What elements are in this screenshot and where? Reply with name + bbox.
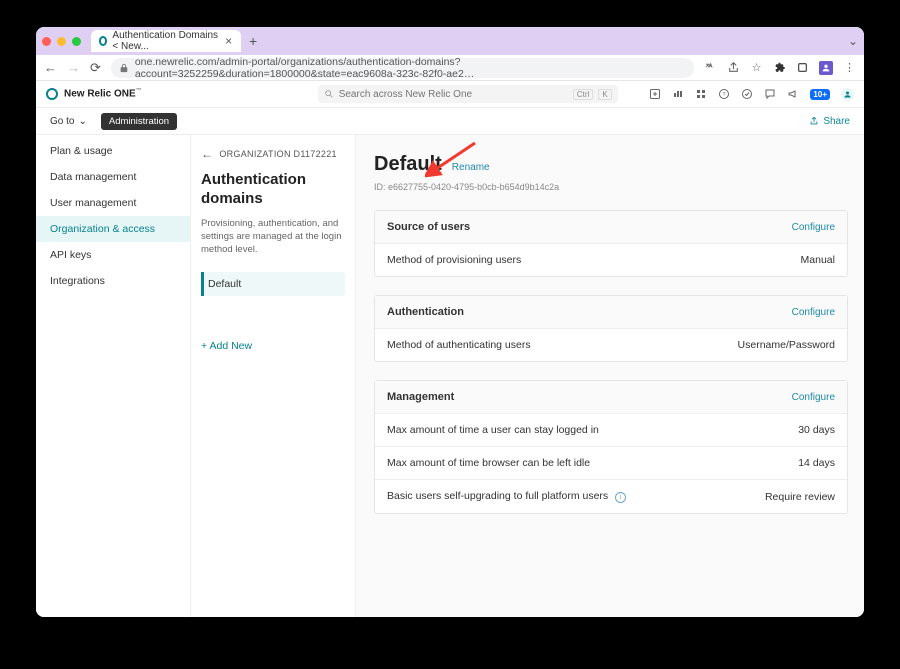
- row-value: 30 days: [798, 424, 835, 436]
- card-title: Authentication: [387, 306, 464, 318]
- back-icon[interactable]: ←: [44, 60, 57, 75]
- nav-plan-usage[interactable]: Plan & usage: [36, 138, 190, 164]
- user-menu-icon[interactable]: [841, 88, 854, 101]
- lock-icon: [119, 62, 129, 74]
- checkmark-icon[interactable]: [741, 88, 753, 100]
- share-icon: [809, 116, 819, 126]
- incognito-icon[interactable]: [796, 61, 809, 74]
- reload-icon[interactable]: ⟳: [90, 60, 101, 76]
- card-row: Method of authenticating users Username/…: [375, 328, 847, 361]
- card-authentication: Authentication Configure Method of authe…: [374, 295, 848, 362]
- go-to-dropdown[interactable]: Go to⌄: [50, 116, 87, 127]
- chevron-down-icon: ⌄: [78, 116, 86, 127]
- url-field[interactable]: one.newrelic.com/admin-portal/organizati…: [111, 58, 694, 78]
- add-new-domain-button[interactable]: + Add New: [201, 340, 345, 352]
- row-value: 14 days: [798, 457, 835, 469]
- row-value: Username/Password: [738, 339, 835, 351]
- browser-tab[interactable]: Authentication Domains < New... ×: [91, 30, 241, 52]
- nav-integrations[interactable]: Integrations: [36, 268, 190, 294]
- configure-auth-link[interactable]: Configure: [792, 307, 835, 318]
- share-url-icon[interactable]: [727, 61, 740, 74]
- back-arrow-icon[interactable]: ←: [201, 147, 213, 161]
- maximize-window-icon[interactable]: [72, 37, 81, 46]
- nav-user-management[interactable]: User management: [36, 190, 190, 216]
- panel-description: Provisioning, authentication, and settin…: [201, 217, 345, 257]
- context-bar: Go to⌄ Administration Share: [36, 108, 864, 135]
- search-input[interactable]: [339, 89, 568, 100]
- apps-grid-icon[interactable]: [695, 88, 707, 100]
- browser-tab-strip: Authentication Domains < New... × + ⌄: [36, 27, 864, 55]
- admin-left-nav: Plan & usage Data management User manage…: [36, 135, 191, 617]
- configure-source-link[interactable]: Configure: [792, 222, 835, 233]
- nav-organization-access[interactable]: Organization & access: [36, 216, 190, 242]
- share-button[interactable]: Share: [809, 116, 850, 127]
- notifications-badge[interactable]: 10+: [810, 89, 830, 100]
- newrelic-favicon-icon: [99, 36, 107, 46]
- domain-list-item[interactable]: Default: [201, 272, 345, 296]
- app-header: New Relic ONE™ Ctrl K ? 10+: [36, 81, 864, 108]
- info-icon[interactable]: i: [615, 492, 626, 503]
- browser-menu-icon[interactable]: ⋮: [843, 61, 856, 74]
- kbd-hint-k: K: [598, 89, 611, 100]
- domain-detail-panel: Default Rename ID: e6627755-0420-4795-b0…: [356, 135, 864, 617]
- panel-title: Authentication domains: [201, 171, 345, 209]
- extensions-puzzle-icon[interactable]: [773, 61, 786, 74]
- browser-address-bar: ← → ⟳ one.newrelic.com/admin-portal/orga…: [36, 55, 864, 81]
- row-label: Method of authenticating users: [387, 339, 531, 351]
- card-row: Method of provisioning users Manual: [375, 243, 847, 276]
- rename-link[interactable]: Rename: [452, 162, 490, 173]
- search-icon: [324, 89, 334, 99]
- card-row: Max amount of time browser can be left i…: [375, 446, 847, 479]
- translate-icon[interactable]: [704, 61, 717, 74]
- query-builder-icon[interactable]: [672, 88, 684, 100]
- row-label: Method of provisioning users: [387, 254, 521, 266]
- forward-icon[interactable]: →: [67, 60, 80, 75]
- newrelic-logo-icon: [46, 88, 58, 100]
- card-row: Basic users self-upgrading to full platf…: [375, 479, 847, 513]
- row-label: Max amount of time a user can stay logge…: [387, 424, 599, 436]
- feedback-icon[interactable]: [764, 88, 776, 100]
- row-label: Max amount of time browser can be left i…: [387, 457, 590, 469]
- tabs-overflow-icon[interactable]: ⌄: [848, 34, 858, 48]
- page-title: Default: [374, 153, 442, 176]
- tab-title: Authentication Domains < New...: [112, 30, 219, 52]
- row-label: Basic users self-upgrading to full platf…: [387, 490, 608, 502]
- help-icon[interactable]: ?: [718, 88, 730, 100]
- kbd-hint-ctrl: Ctrl: [573, 89, 593, 100]
- card-row: Max amount of time a user can stay logge…: [375, 413, 847, 446]
- url-text: one.newrelic.com/admin-portal/organizati…: [135, 56, 686, 80]
- row-value: Require review: [765, 491, 835, 503]
- breadcrumb[interactable]: ← ORGANIZATION D1172221: [201, 147, 345, 161]
- domain-list-panel: ← ORGANIZATION D1172221 Authentication d…: [191, 135, 356, 617]
- nav-api-keys[interactable]: API keys: [36, 242, 190, 268]
- domain-id: ID: e6627755-0420-4795-b0cb-b654d9b14c2a: [374, 182, 848, 192]
- new-tab-button[interactable]: +: [249, 33, 257, 49]
- minimize-window-icon[interactable]: [57, 37, 66, 46]
- nav-data-management[interactable]: Data management: [36, 164, 190, 190]
- card-management: Management Configure Max amount of time …: [374, 380, 848, 514]
- global-search[interactable]: Ctrl K: [318, 85, 618, 103]
- app-logo-text: New Relic ONE™: [64, 88, 142, 99]
- bookmark-star-icon[interactable]: ☆: [750, 61, 763, 74]
- svg-text:?: ?: [723, 92, 726, 98]
- breadcrumb-org: ORGANIZATION D1172221: [219, 149, 337, 159]
- close-window-icon[interactable]: [42, 37, 51, 46]
- announcement-icon[interactable]: [787, 88, 799, 100]
- configure-mgmt-link[interactable]: Configure: [792, 392, 835, 403]
- profile-avatar-icon[interactable]: [819, 61, 833, 75]
- row-value: Manual: [801, 254, 835, 266]
- administration-pill[interactable]: Administration: [101, 113, 177, 130]
- window-controls: [42, 37, 81, 46]
- card-title: Management: [387, 391, 454, 403]
- card-source-of-users: Source of users Configure Method of prov…: [374, 210, 848, 277]
- close-tab-icon[interactable]: ×: [224, 35, 233, 47]
- data-explorer-icon[interactable]: [649, 88, 661, 100]
- card-title: Source of users: [387, 221, 470, 233]
